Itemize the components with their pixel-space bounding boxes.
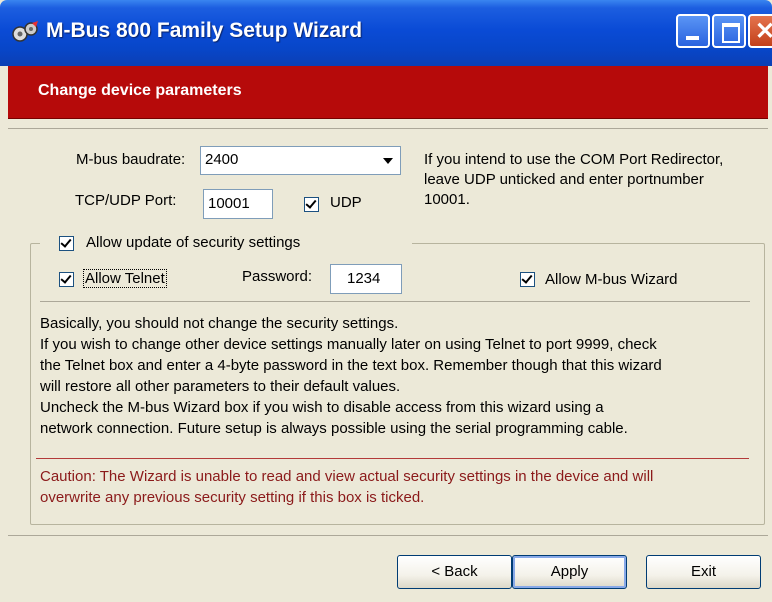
hint-line-3: 10001. xyxy=(424,191,470,208)
apply-button[interactable]: Apply xyxy=(512,555,627,589)
header-divider xyxy=(8,128,768,129)
caution-text: Caution: The Wizard is unable to read an… xyxy=(40,466,755,508)
password-label: Password: xyxy=(242,268,313,285)
caution-divider xyxy=(36,458,749,459)
minimize-button[interactable] xyxy=(676,14,710,48)
page-title: Change device parameters xyxy=(38,82,242,99)
close-icon: ✕ xyxy=(755,18,772,45)
allow-telnet-checkbox[interactable] xyxy=(59,272,74,287)
udp-checkbox[interactable] xyxy=(304,197,319,212)
back-button[interactable]: < Back xyxy=(397,555,512,589)
port-label: TCP/UDP Port: xyxy=(75,192,177,209)
description-line: will restore all other parameters to the… xyxy=(40,378,401,395)
title-bar: M-Bus 800 Family Setup Wizard ✕ xyxy=(0,0,772,66)
udp-label: UDP xyxy=(330,194,362,211)
chevron-down-icon[interactable] xyxy=(378,149,398,172)
description-line: network connection. Future setup is alwa… xyxy=(40,420,628,437)
baudrate-select[interactable]: 2400 xyxy=(200,146,401,175)
window-title: M-Bus 800 Family Setup Wizard xyxy=(46,19,363,42)
exit-button[interactable]: Exit xyxy=(646,555,761,589)
description-line: If you wish to change other device setti… xyxy=(40,336,657,353)
caution-line: Caution: The Wizard is unable to read an… xyxy=(40,468,654,485)
description-line: the Telnet box and enter a 4-byte passwo… xyxy=(40,357,662,374)
port-input[interactable]: 10001 xyxy=(203,189,273,219)
security-description: Basically, you should not change the sec… xyxy=(40,313,755,439)
description-line: Basically, you should not change the sec… xyxy=(40,315,399,332)
baudrate-label: M-bus baudrate: xyxy=(76,151,186,168)
allow-mbus-wizard-checkbox[interactable] xyxy=(520,272,535,287)
wizard-app-icon xyxy=(12,21,38,42)
allow-telnet-label: Allow Telnet xyxy=(83,269,167,288)
page-header: Change device parameters xyxy=(8,66,768,119)
maximize-button[interactable] xyxy=(712,14,746,48)
close-button[interactable]: ✕ xyxy=(748,14,772,48)
hint-line-1: If you intend to use the COM Port Redire… xyxy=(424,151,724,168)
footer-divider xyxy=(8,535,768,536)
allow-security-update-label: Allow update of security settings xyxy=(86,234,301,251)
security-divider xyxy=(40,301,750,302)
hint-line-2: leave UDP unticked and enter portnumber xyxy=(424,171,704,188)
description-line: Uncheck the M-bus Wizard box if you wish… xyxy=(40,399,604,416)
baudrate-value: 2400 xyxy=(205,151,239,168)
caution-line: overwrite any previous security setting … xyxy=(40,489,425,506)
password-input[interactable]: 1234 xyxy=(330,264,402,294)
allow-security-update-checkbox[interactable] xyxy=(59,236,74,251)
allow-mbus-wizard-label: Allow M-bus Wizard xyxy=(545,271,678,288)
